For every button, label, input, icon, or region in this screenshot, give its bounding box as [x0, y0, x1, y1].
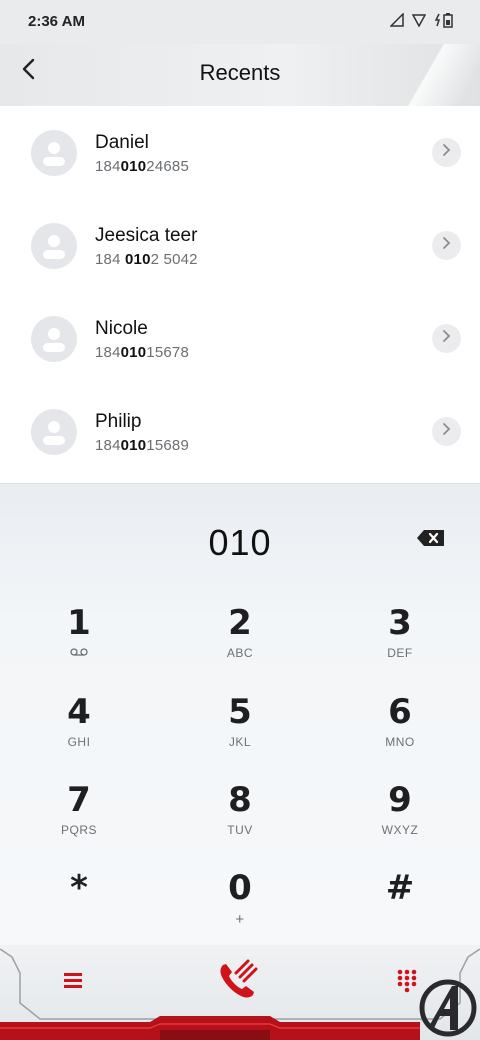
key-digit: # [385, 868, 415, 908]
dial-input[interactable]: 010 [0, 522, 480, 564]
key-digit: 4 [67, 692, 91, 732]
key-digit: 5 [228, 692, 252, 732]
key-letters: GHI [67, 735, 91, 749]
contact-number: 184 0102 5042 [95, 251, 198, 268]
call-button[interactable] [213, 957, 267, 1005]
key-8[interactable]: 8 TUV [185, 781, 295, 861]
avengers-logo [418, 978, 478, 1038]
avatar [31, 222, 77, 269]
avatar [31, 129, 77, 176]
backspace-button[interactable] [416, 529, 446, 552]
contact-details-button[interactable] [432, 324, 461, 353]
key-letters: WXYZ [381, 823, 419, 837]
contact-details-button[interactable] [432, 231, 461, 260]
key-0[interactable]: 0 + [185, 869, 295, 949]
key-6[interactable]: 6 MNO [345, 693, 455, 773]
key-letters: PQRS [60, 823, 97, 837]
red-strip-decoration [0, 1016, 420, 1040]
key-3[interactable]: 3 DEF [345, 604, 455, 684]
key-5[interactable]: 5 JKL [185, 693, 295, 773]
signal-icon [389, 12, 404, 32]
key-hash[interactable]: # [345, 869, 455, 949]
key-7[interactable]: 7 PQRS [24, 781, 134, 861]
contact-name: Jeesica teer [95, 225, 198, 246]
chevron-right-icon [442, 329, 452, 348]
menu-icon [58, 973, 88, 999]
page-title: Recents [199, 60, 281, 85]
chevron-right-icon [442, 236, 452, 255]
key-letters: JKL [228, 735, 252, 749]
contact-row[interactable]: Philip 18401015689 [0, 385, 480, 478]
key-star[interactable]: * [24, 869, 134, 949]
key-2[interactable]: 2 ABC [185, 604, 295, 684]
dialer-panel: 010 1 2 ABC 3 DEF 4 GHI 5 JKL 6 MNO 7 PQ… [0, 483, 480, 945]
key-letters: ABC [226, 646, 254, 660]
status-time: 2:36 AM [28, 13, 85, 30]
contact-name: Philip [95, 411, 142, 432]
key-letters: + [235, 911, 245, 928]
key-digit: * [70, 868, 88, 908]
contact-details-button[interactable] [432, 417, 461, 446]
recents-list: Daniel 18401024685 Jeesica teer 184 0102… [0, 106, 480, 482]
key-1[interactable]: 1 [24, 604, 134, 684]
key-letters: DEF [387, 646, 413, 660]
contact-number: 18401024685 [95, 158, 189, 175]
key-digit: 2 [228, 603, 252, 643]
key-digit: 3 [388, 603, 412, 643]
contact-row[interactable]: Daniel 18401024685 [0, 106, 480, 199]
bottom-bar [0, 945, 480, 1040]
status-bar: 2:36 AM [0, 0, 480, 44]
wifi-icon [411, 13, 427, 32]
key-letters: TUV [227, 823, 253, 837]
avatar [31, 315, 77, 362]
phone-call-icon [213, 959, 267, 1009]
voicemail-icon [24, 646, 134, 660]
contact-details-button[interactable] [432, 138, 461, 167]
backspace-icon [416, 530, 446, 551]
contact-name: Daniel [95, 132, 149, 153]
battery-charging-icon [434, 12, 454, 33]
contact-row[interactable]: Nicole 18401015678 [0, 292, 480, 385]
key-4[interactable]: 4 GHI [24, 693, 134, 773]
menu-button[interactable] [58, 965, 88, 995]
key-digit: 6 [388, 692, 412, 732]
contact-row[interactable]: Jeesica teer 184 0102 5042 [0, 199, 480, 292]
chevron-right-icon [442, 143, 452, 162]
contact-number: 18401015689 [95, 437, 189, 454]
key-digit: 0 [228, 868, 252, 908]
key-digit: 1 [67, 603, 91, 643]
contact-name: Nicole [95, 318, 148, 339]
key-letters: MNO [385, 735, 415, 749]
key-9[interactable]: 9 WXYZ [345, 781, 455, 861]
status-icons [389, 12, 454, 33]
header: Recents [0, 44, 480, 106]
key-digit: 8 [228, 780, 252, 820]
key-digit: 9 [388, 780, 412, 820]
contact-number: 18401015678 [95, 344, 189, 361]
key-digit: 7 [67, 780, 91, 820]
chevron-right-icon [442, 422, 452, 441]
avatar [31, 408, 77, 455]
